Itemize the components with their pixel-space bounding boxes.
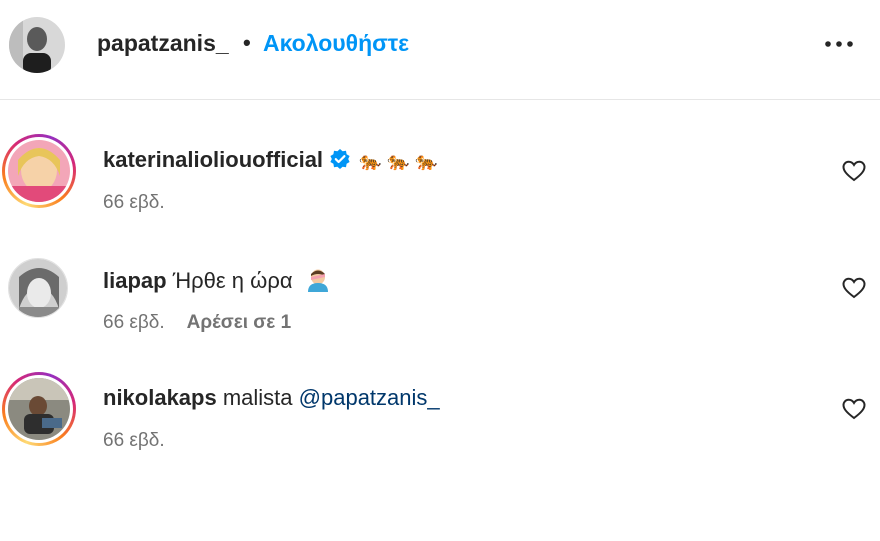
verified-badge-icon (330, 149, 350, 169)
like-comment-button[interactable] (842, 277, 866, 299)
more-horizontal-icon (825, 41, 853, 47)
author-avatar[interactable] (9, 17, 65, 73)
commenter-username[interactable]: nikolakaps (103, 385, 217, 410)
comment-text: 🐅 🐅 🐅 (359, 151, 438, 172)
heart-icon (842, 398, 866, 420)
story-ring[interactable] (2, 134, 76, 208)
more-options-button[interactable] (822, 33, 856, 55)
comment-item: katerinalioliouofficial 🐅 🐅 🐅 66 εβδ. (0, 130, 880, 240)
commenter-avatar[interactable] (8, 258, 68, 318)
comment-line: katerinalioliouofficial 🐅 🐅 🐅 (103, 147, 438, 173)
comment-meta: 66 εβδ. (103, 430, 165, 452)
comment-timestamp[interactable]: 66 εβδ. (103, 192, 165, 213)
heart-icon (842, 160, 866, 182)
comment-item: liapap Ήρθε η ώρα 66 εβδ. Αρέσει σε 1 (0, 250, 880, 360)
like-comment-button[interactable] (842, 160, 866, 182)
heart-icon (842, 277, 866, 299)
comment-meta: 66 εβδ. (103, 192, 165, 214)
comment-meta: 66 εβδ. Αρέσει σε 1 (103, 312, 291, 334)
comment-item: nikolakaps malista @papatzanis_ 66 εβδ. (0, 368, 880, 478)
follow-button[interactable]: Ακολουθήστε (263, 30, 409, 57)
comment-timestamp[interactable]: 66 εβδ. (103, 312, 165, 333)
commenter-avatar[interactable] (8, 140, 70, 202)
comment-line: liapap Ήρθε η ώρα (103, 268, 331, 294)
comment-likes-count[interactable]: Αρέσει σε 1 (187, 312, 291, 333)
commenter-avatar[interactable] (8, 378, 70, 440)
author-username[interactable]: papatzanis_ (97, 30, 229, 57)
comment-line: nikolakaps malista @papatzanis_ (103, 385, 440, 411)
header-separator: • (243, 30, 251, 55)
story-ring[interactable] (2, 372, 76, 446)
comment-text: Ήρθε η ώρα (172, 268, 293, 293)
like-comment-button[interactable] (842, 398, 866, 420)
facepalm-emoji-icon (307, 269, 328, 292)
commenter-username[interactable]: liapap (103, 268, 167, 293)
mention-link[interactable]: @papatzanis_ (299, 385, 440, 410)
comment-text: malista (222, 385, 293, 410)
comment-timestamp[interactable]: 66 εβδ. (103, 430, 165, 451)
post-header: papatzanis_ • Ακολουθήστε (0, 0, 880, 100)
commenter-username[interactable]: katerinalioliouofficial (103, 147, 323, 172)
